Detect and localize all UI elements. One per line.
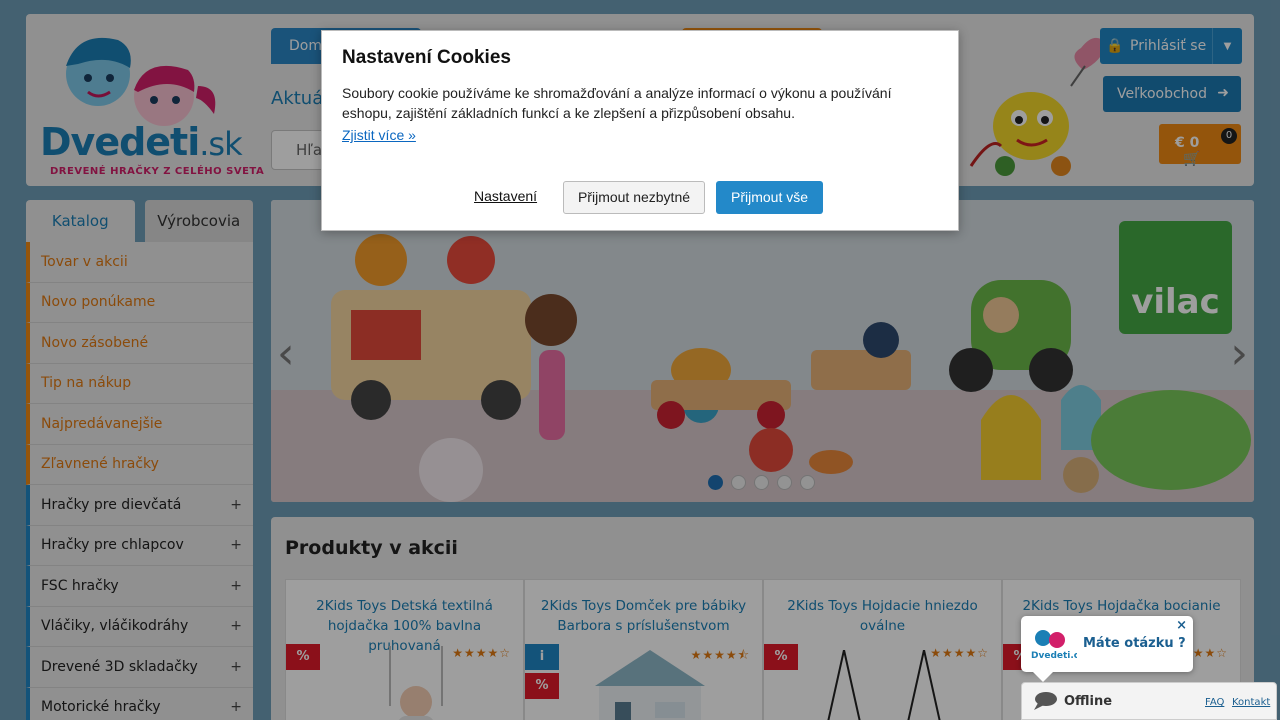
close-icon[interactable]: ×	[1176, 618, 1187, 633]
chat-question: Máte otázku ?	[1083, 636, 1186, 651]
cookie-more-link[interactable]: Zjistit více »	[342, 127, 416, 143]
chat-logo-text: Dvedeti.cz	[1031, 651, 1077, 660]
chat-bar[interactable]: Offline FAQ Kontakt	[1021, 682, 1277, 720]
cookie-title: Nastavení Cookies	[342, 47, 511, 68]
cookie-consent-dialog: Nastavení Cookies Soubory cookie používá…	[321, 30, 959, 231]
accept-necessary-button[interactable]: Přijmout nezbytné	[563, 181, 705, 214]
bubble-tail	[1033, 672, 1053, 682]
faq-link[interactable]: FAQ	[1205, 697, 1224, 708]
chat-status: Offline	[1064, 694, 1113, 709]
cookie-text: Soubory cookie používáme ke shromažďován…	[342, 85, 892, 121]
accept-all-button[interactable]: Přijmout vše	[716, 181, 823, 214]
cookie-settings-button[interactable]: Nastavení	[474, 188, 537, 204]
chat-invite-bubble[interactable]: Dvedeti.cz Máte otázku ? ×	[1021, 616, 1193, 682]
chat-icon	[1034, 692, 1057, 710]
contact-link[interactable]: Kontakt	[1232, 697, 1270, 708]
chat-logo-icon: Dvedeti.cz	[1031, 630, 1077, 660]
